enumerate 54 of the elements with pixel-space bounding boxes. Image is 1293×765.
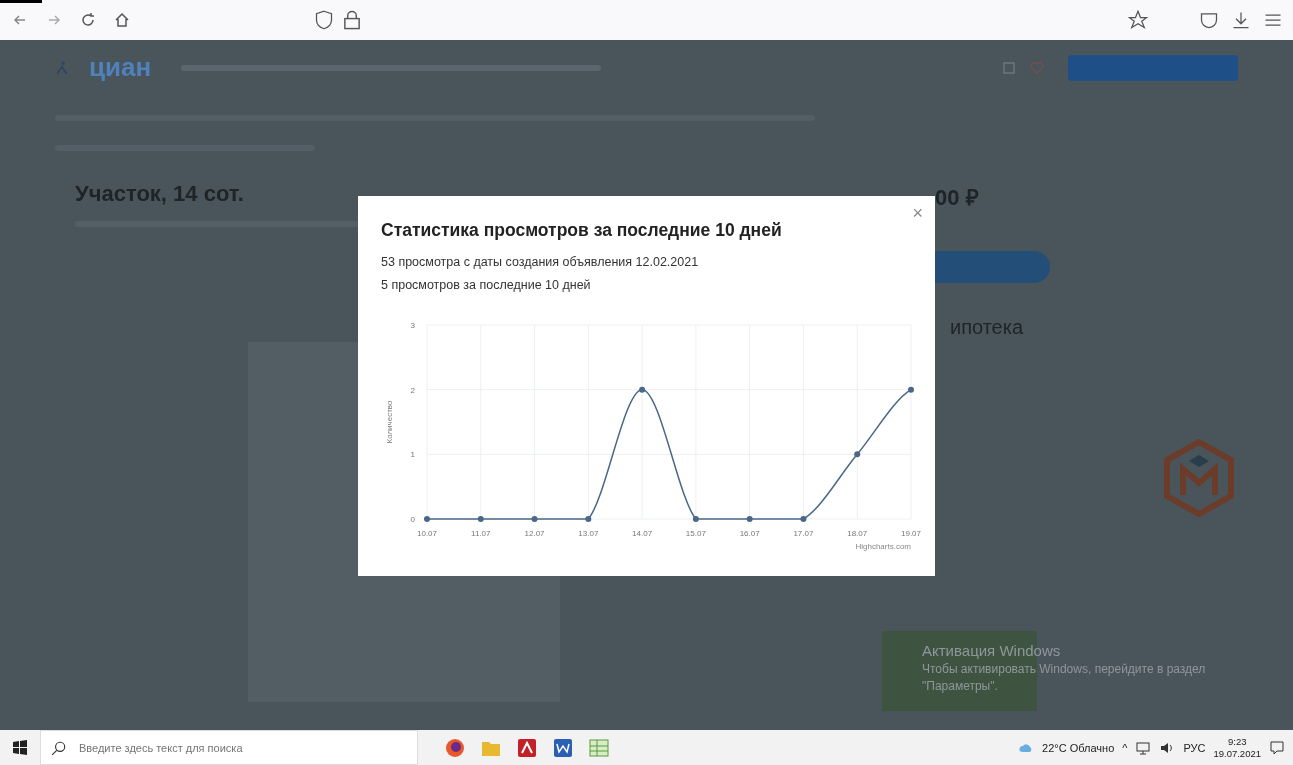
- windows-start-icon[interactable]: [12, 739, 28, 756]
- data-point: [908, 386, 914, 393]
- x-tick-label: 15.07: [685, 529, 706, 538]
- x-tick-label: 18.07: [847, 529, 868, 538]
- data-point: [746, 516, 753, 522]
- close-button[interactable]: ×: [912, 204, 923, 222]
- browser-app-icon[interactable]: [444, 736, 466, 759]
- activation-text: "Параметры".: [922, 679, 999, 693]
- data-point: [800, 516, 807, 522]
- dialog-title: Статистика просмотров за последние 10 дней: [381, 220, 783, 241]
- activation-text: Чтобы активировать Windows, перейдите в раздел: [922, 662, 1206, 676]
- download-icon[interactable]: [1231, 10, 1251, 30]
- x-tick-label: 17.07: [793, 529, 814, 538]
- x-tick-label: 14.07: [632, 529, 653, 538]
- window-edge-bar: [0, 0, 42, 3]
- activation-title: Активация Windows: [922, 642, 1062, 659]
- y-tick-label: 1: [410, 450, 415, 460]
- x-tick-label: 19.07: [901, 529, 921, 538]
- pdf-app-icon[interactable]: [516, 736, 538, 759]
- data-point: [854, 451, 861, 458]
- hexagon-logo-icon: [1163, 439, 1235, 517]
- recent-views-text: 5 просмотров за последние 10 дней: [381, 278, 592, 292]
- y-tick-label: 0: [410, 515, 415, 524]
- y-tick-label: 3: [410, 321, 415, 330]
- search-icon: [51, 739, 67, 756]
- x-tick-label: 13.07: [578, 529, 599, 538]
- chart-credit[interactable]: Highcharts.com: [855, 542, 911, 551]
- star-icon[interactable]: [1128, 10, 1148, 30]
- network-icon[interactable]: [1135, 739, 1152, 756]
- total-views-text: 53 просмотра с даты создания объявления 12.02.2021: [381, 255, 700, 269]
- y-axis-title: Количество: [385, 400, 394, 444]
- taskbar-search-field[interactable]: Введите здесь текст для поиска: [77, 740, 397, 755]
- data-point: [424, 516, 430, 522]
- x-tick-label: 10.07: [417, 529, 437, 538]
- person-icon: [55, 60, 69, 75]
- data-point: [639, 386, 646, 393]
- data-point: [531, 516, 538, 522]
- language-indicator[interactable]: РУС: [1183, 741, 1206, 754]
- tray-expand-button[interactable]: ^: [1122, 741, 1128, 754]
- taskbar-search-box[interactable]: Введите здесь текст для поиска: [40, 730, 418, 765]
- clock-date[interactable]: 19.07.2021: [1213, 747, 1261, 759]
- data-point: [692, 516, 699, 522]
- lock-icon[interactable]: [342, 10, 362, 30]
- x-tick-label: 12.07: [524, 529, 545, 538]
- data-point: [477, 516, 484, 522]
- y-tick-label: 2: [410, 385, 415, 395]
- weather-text[interactable]: 22°C Облачно: [1042, 741, 1115, 754]
- shield-icon[interactable]: [314, 10, 334, 30]
- notifications-icon[interactable]: [1269, 739, 1285, 756]
- x-tick-label: 11.07: [471, 529, 491, 538]
- clock-time[interactable]: 9:23: [1227, 736, 1247, 748]
- data-point: [585, 516, 592, 522]
- word-app-icon[interactable]: [552, 736, 574, 759]
- x-tick-label: 16.07: [739, 529, 760, 538]
